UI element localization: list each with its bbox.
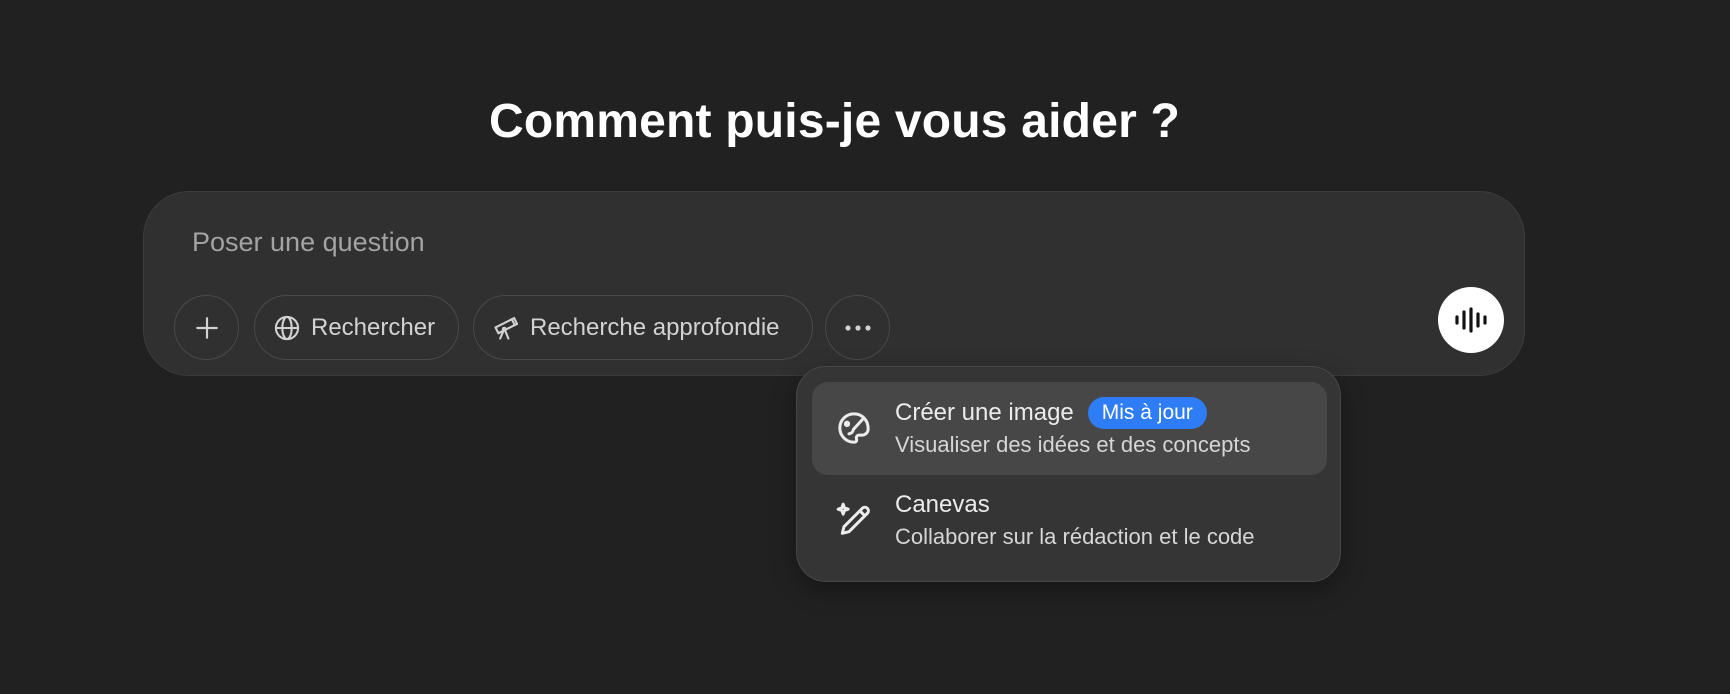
deep-research-button-label: Recherche approfondie xyxy=(530,313,780,341)
menu-item-title: Canevas xyxy=(895,491,990,518)
attach-button[interactable] xyxy=(174,295,239,360)
prompt-input[interactable] xyxy=(192,222,1392,262)
updated-badge: Mis à jour xyxy=(1087,397,1207,429)
tools-menu: Créer une image Mis à jour Visualiser de… xyxy=(796,366,1341,582)
menu-item-title-row: Créer une image Mis à jour xyxy=(895,396,1250,430)
paint-palette-icon xyxy=(838,412,870,444)
page: Comment puis-je vous aider ? Rechercher xyxy=(0,0,1730,694)
plus-icon xyxy=(195,316,218,339)
menu-item-title: Créer une image xyxy=(895,399,1074,426)
menu-item-text: Créer une image Mis à jour Visualiser de… xyxy=(895,396,1250,458)
voice-mode-button[interactable] xyxy=(1438,287,1504,353)
telescope-icon xyxy=(494,316,519,340)
deep-research-button[interactable]: Recherche approfondie xyxy=(473,295,813,360)
globe-icon xyxy=(274,315,300,340)
menu-item-canvas[interactable]: Canevas Collaborer sur la rédaction et l… xyxy=(812,474,1327,567)
menu-item-description: Collaborer sur la rédaction et le code xyxy=(895,524,1255,549)
composer: Rechercher Recherche approfondie xyxy=(143,191,1525,376)
sparkle-pencil-icon xyxy=(836,502,870,535)
menu-item-create-image[interactable]: Créer une image Mis à jour Visualiser de… xyxy=(812,382,1327,475)
page-title: Comment puis-je vous aider ? xyxy=(488,95,1181,148)
voice-waveform-icon xyxy=(1455,307,1487,333)
menu-item-title-row: Canevas xyxy=(895,488,1255,522)
search-button[interactable]: Rechercher xyxy=(254,295,459,360)
menu-item-description: Visualiser des idées et des concepts xyxy=(895,432,1251,457)
menu-item-text: Canevas Collaborer sur la rédaction et l… xyxy=(895,488,1255,550)
search-button-label: Rechercher xyxy=(311,313,436,341)
ellipsis-icon xyxy=(844,324,871,331)
more-tools-button[interactable] xyxy=(825,295,890,360)
